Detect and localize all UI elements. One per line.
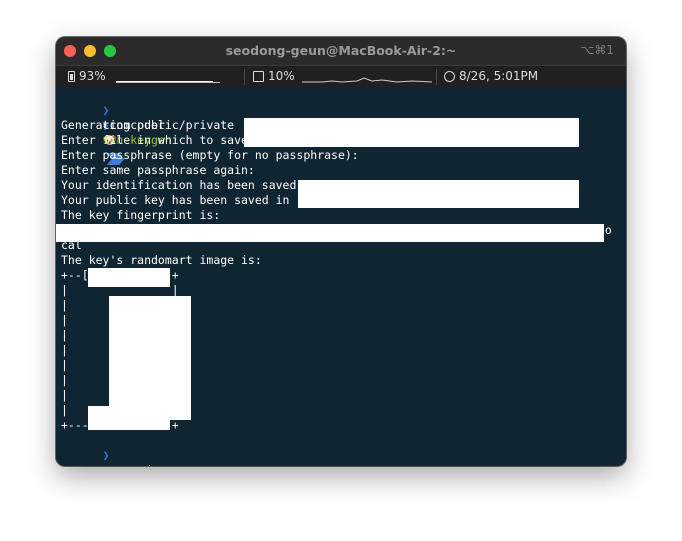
title-bar[interactable]: seodong-geun@MacBook-Air-2:~ ⌥⌘1 <box>56 37 626 65</box>
redacted-block <box>244 118 579 147</box>
output-line: Enter same passphrase again: <box>61 163 255 177</box>
output-line: Enter file in which to save <box>61 133 248 147</box>
prompt-line: ❯ ccomcoder 🐶 ~ <box>61 433 165 466</box>
cpu-status: 10% <box>253 69 295 83</box>
clock-icon <box>444 70 455 82</box>
terminal-window[interactable]: seodong-geun@MacBook-Air-2:~ ⌥⌘1 93% 10%… <box>56 37 626 466</box>
prompt-user: ccomcoder <box>103 463 165 466</box>
datetime-text: 8/26, 5:01PM <box>459 69 539 83</box>
output-line: Enter passphrase (empty for no passphras… <box>61 148 359 162</box>
window-shortcut: ⌥⌘1 <box>580 43 614 57</box>
redacted-block <box>109 296 191 420</box>
prompt-line: ❯ ccomcoder 🐶 ~ <box>61 88 165 165</box>
battery-bar-fill <box>116 81 213 82</box>
redacted-block <box>298 180 579 208</box>
output-line: Your identification has been saved <box>61 178 297 192</box>
input-line[interactable]: ❯ <box>61 448 110 466</box>
prompt-indicator-icon: ❯ <box>103 463 110 466</box>
battery-status: 93% <box>68 69 106 83</box>
redacted-block <box>56 224 604 242</box>
status-divider <box>436 69 437 85</box>
output-line: Generating public/private <box>61 118 242 132</box>
cpu-percent: 10% <box>268 69 295 83</box>
output-line: Your public key has been saved in <box>61 193 297 207</box>
battery-icon <box>68 70 75 82</box>
output-line: The key's randomart image is: <box>61 253 262 267</box>
datetime-status: 8/26, 5:01PM <box>444 69 538 83</box>
cpu-sparkline <box>302 77 432 83</box>
output-line: The key fingerprint is: <box>61 208 221 222</box>
status-bar: 93% 10% 8/26, 5:01PM <box>56 65 626 88</box>
battery-bar <box>116 70 220 83</box>
redacted-block <box>88 268 170 287</box>
terminal-output[interactable]: ❯ ccomcoder 🐶 ~ ❯ ssh-keygen Generating … <box>56 88 626 466</box>
battery-percent: 93% <box>79 69 106 83</box>
redacted-block <box>88 406 170 430</box>
status-divider <box>244 69 245 85</box>
cpu-icon <box>253 70 264 82</box>
command-line: ❯ ssh-keygen <box>61 103 172 147</box>
window-title: seodong-geun@MacBook-Air-2:~ <box>225 43 457 58</box>
